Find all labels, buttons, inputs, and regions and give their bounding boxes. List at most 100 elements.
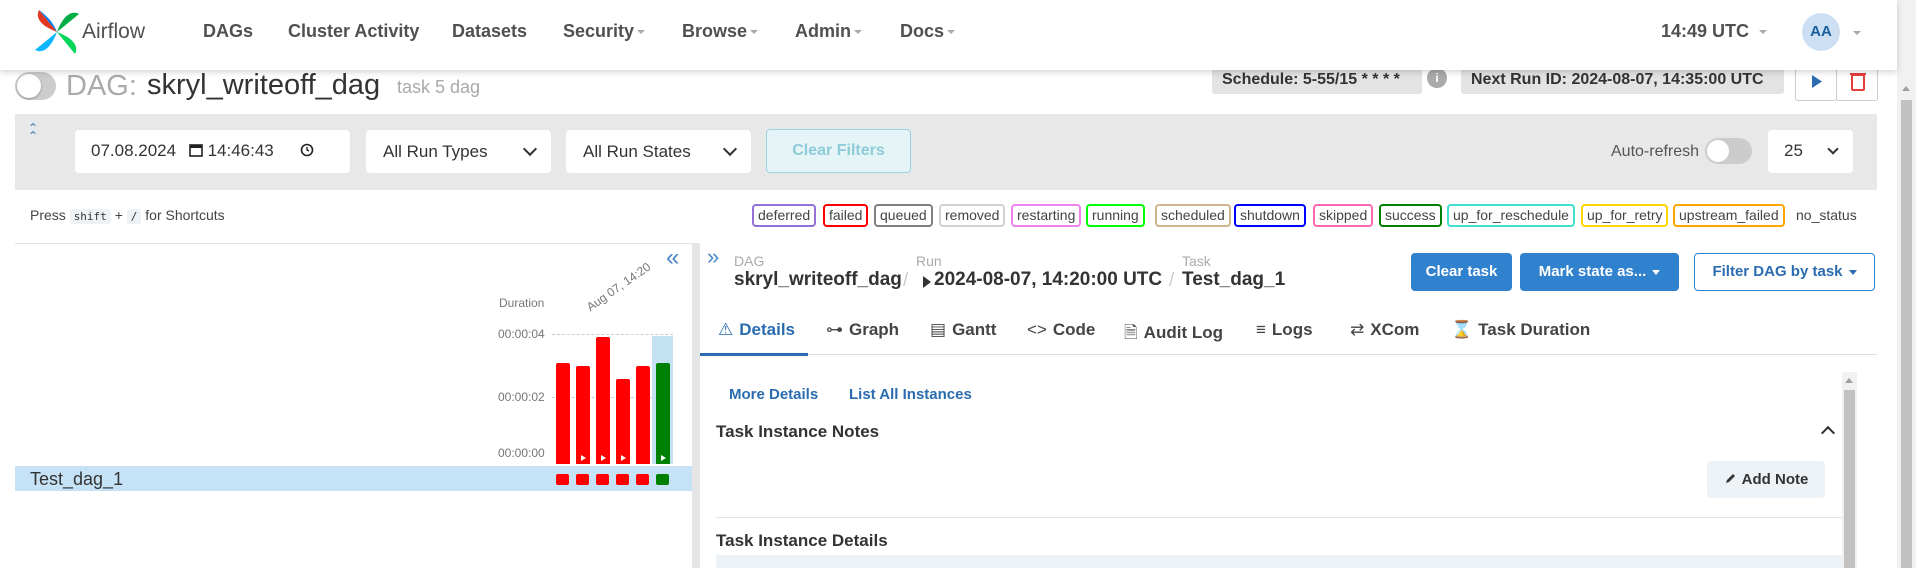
timezone-dropdown[interactable]: 14:49 UTC bbox=[1661, 21, 1768, 42]
state-legend-queued[interactable]: queued bbox=[874, 204, 933, 227]
chevron-up-icon[interactable] bbox=[1820, 425, 1836, 441]
tab-code[interactable]: <> Code bbox=[1027, 320, 1095, 340]
y-tick-label: 00:00:00 bbox=[498, 446, 545, 460]
duration-bar[interactable] bbox=[596, 337, 610, 464]
task-instance-cell[interactable] bbox=[576, 474, 589, 485]
pencil-icon bbox=[1725, 474, 1735, 483]
gantt-icon: ▤ bbox=[930, 320, 947, 339]
tab-xcom[interactable]: ⇄ XCom bbox=[1350, 320, 1419, 340]
state-legend-scheduled[interactable]: scheduled bbox=[1155, 204, 1231, 227]
task-instance-cell[interactable] bbox=[556, 474, 569, 485]
chevron-down-icon bbox=[1848, 269, 1857, 275]
breadcrumb-dag[interactable]: skryl_writeoff_dag bbox=[734, 269, 902, 291]
tab-audit-log[interactable]: 🗎 Audit Log bbox=[1124, 320, 1223, 349]
state-legend-deferred[interactable]: deferred bbox=[752, 204, 817, 227]
chevron-down-icon bbox=[1827, 143, 1839, 155]
user-avatar[interactable]: AA bbox=[1802, 13, 1840, 51]
state-legend-success[interactable]: success bbox=[1379, 204, 1442, 227]
state-legend-up-for-retry[interactable]: up_for_retry bbox=[1581, 204, 1669, 227]
chevron-down-icon bbox=[750, 30, 759, 35]
state-legend-removed[interactable]: removed bbox=[939, 204, 1006, 227]
filter-dag-by-task-button[interactable]: Filter DAG by task bbox=[1694, 253, 1875, 291]
airflow-logo-icon[interactable] bbox=[33, 8, 81, 56]
task-instance-cell[interactable] bbox=[636, 474, 649, 485]
dag-pause-toggle[interactable] bbox=[15, 72, 56, 100]
breadcrumb-run[interactable]: 2024-08-07, 14:20:00 UTC bbox=[934, 269, 1162, 291]
nav-cluster-activity[interactable]: Cluster Activity bbox=[288, 21, 419, 42]
auto-refresh-toggle[interactable] bbox=[1705, 138, 1752, 164]
scrollbar-thumb[interactable] bbox=[1901, 100, 1912, 568]
task-name[interactable]: Test_dag_1 bbox=[30, 469, 123, 490]
play-icon bbox=[621, 455, 626, 461]
top-navbar: Airflow DAGs Cluster Activity Datasets S… bbox=[0, 0, 1897, 70]
state-legend-restarting[interactable]: restarting bbox=[1011, 204, 1082, 227]
scrollbar-thumb[interactable] bbox=[1844, 390, 1855, 568]
calendar-icon[interactable] bbox=[189, 143, 203, 157]
brand-name[interactable]: Airflow bbox=[82, 20, 145, 44]
task-instance-cell[interactable] bbox=[656, 474, 669, 485]
nav-browse[interactable]: Browse bbox=[682, 21, 759, 42]
tab-logs[interactable]: ≡ Logs bbox=[1256, 320, 1313, 340]
state-legend-upstream-failed[interactable]: upstream_failed bbox=[1673, 204, 1785, 227]
play-icon bbox=[923, 276, 931, 288]
state-legend-failed[interactable]: failed bbox=[823, 204, 869, 227]
clear-filters-button[interactable]: Clear Filters bbox=[766, 129, 911, 173]
duration-bar[interactable] bbox=[616, 379, 630, 464]
nav-dags[interactable]: DAGs bbox=[203, 21, 253, 42]
scroll-up-icon[interactable] bbox=[1845, 378, 1853, 383]
more-details-link[interactable]: More Details bbox=[729, 386, 818, 403]
collapse-grid-icon[interactable]: « bbox=[666, 244, 679, 272]
nav-admin[interactable]: Admin bbox=[795, 21, 862, 42]
tab-details[interactable]: ⚠ Details bbox=[718, 320, 795, 340]
task-instance-notes-title: Task Instance Notes bbox=[716, 422, 880, 441]
details-scrollbar[interactable] bbox=[1842, 372, 1857, 568]
scroll-up-icon[interactable] bbox=[1902, 86, 1910, 91]
nav-security[interactable]: Security bbox=[563, 21, 646, 42]
state-legend-skipped[interactable]: skipped bbox=[1313, 204, 1374, 227]
play-icon bbox=[581, 455, 586, 461]
nav-docs[interactable]: Docs bbox=[900, 21, 956, 42]
expand-details-icon[interactable]: » bbox=[707, 244, 719, 270]
tab-graph[interactable]: ⊶ Graph bbox=[826, 320, 899, 340]
y-tick-label: 00:00:04 bbox=[498, 327, 545, 341]
chevron-down-icon bbox=[1759, 30, 1768, 35]
duration-bar[interactable] bbox=[576, 366, 590, 464]
chevron-double-up-icon[interactable]: ⌃ ⌃ bbox=[28, 122, 38, 142]
nav-datasets[interactable]: Datasets bbox=[452, 21, 527, 42]
code-icon: <> bbox=[1027, 320, 1047, 339]
tab-gantt[interactable]: ▤ Gantt bbox=[930, 320, 996, 340]
grid-divider bbox=[15, 243, 692, 244]
breadcrumb-task[interactable]: Test_dag_1 bbox=[1182, 269, 1285, 291]
run-date-label: Aug 07, 14:20 bbox=[583, 259, 654, 314]
page-scrollbar[interactable] bbox=[1897, 0, 1916, 568]
clock-icon[interactable] bbox=[300, 143, 314, 157]
base-date-input[interactable]: 07.08.2024 14:46:43 bbox=[75, 130, 350, 173]
run-type-select[interactable]: All Run Types bbox=[366, 130, 551, 173]
info-icon[interactable]: i bbox=[1427, 68, 1447, 88]
add-note-button[interactable]: Add Note bbox=[1707, 461, 1825, 498]
state-legend-shutdown[interactable]: shutdown bbox=[1234, 204, 1306, 227]
run-state-select[interactable]: All Run States bbox=[566, 130, 751, 173]
next-run-label: Next Run ID: 2024-08-07, 14:35:00 UTC bbox=[1461, 66, 1784, 94]
chevron-down-icon bbox=[722, 141, 738, 157]
duration-bar[interactable] bbox=[656, 363, 670, 464]
state-legend-running[interactable]: running bbox=[1086, 204, 1145, 227]
state-legend-up-for-reschedule[interactable]: up_for_reschedule bbox=[1447, 204, 1575, 227]
state-legend-no-status[interactable]: no_status bbox=[1796, 207, 1857, 223]
list-all-instances-link[interactable]: List All Instances bbox=[849, 386, 972, 403]
panel-resizer[interactable] bbox=[692, 243, 700, 568]
task-instance-cell[interactable] bbox=[596, 474, 609, 485]
page-size-select[interactable]: 25 bbox=[1768, 130, 1853, 173]
tab-task-duration[interactable]: ⌛ Task Duration bbox=[1451, 320, 1590, 340]
audit-log-icon: 🗎 bbox=[1124, 323, 1138, 342]
duration-bar[interactable] bbox=[556, 363, 570, 464]
graph-icon: ⊶ bbox=[826, 320, 843, 339]
schedule-label: Schedule: 5-55/15 * * * * bbox=[1212, 66, 1422, 94]
breadcrumb-run-label: Run bbox=[916, 253, 942, 269]
task-instance-cell[interactable] bbox=[616, 474, 629, 485]
mark-state-button[interactable]: Mark state as... bbox=[1520, 253, 1679, 291]
chevron-down-icon[interactable] bbox=[1853, 31, 1861, 35]
clear-task-button[interactable]: Clear task bbox=[1411, 253, 1512, 291]
duration-bar[interactable] bbox=[636, 366, 650, 464]
play-icon bbox=[601, 455, 606, 461]
